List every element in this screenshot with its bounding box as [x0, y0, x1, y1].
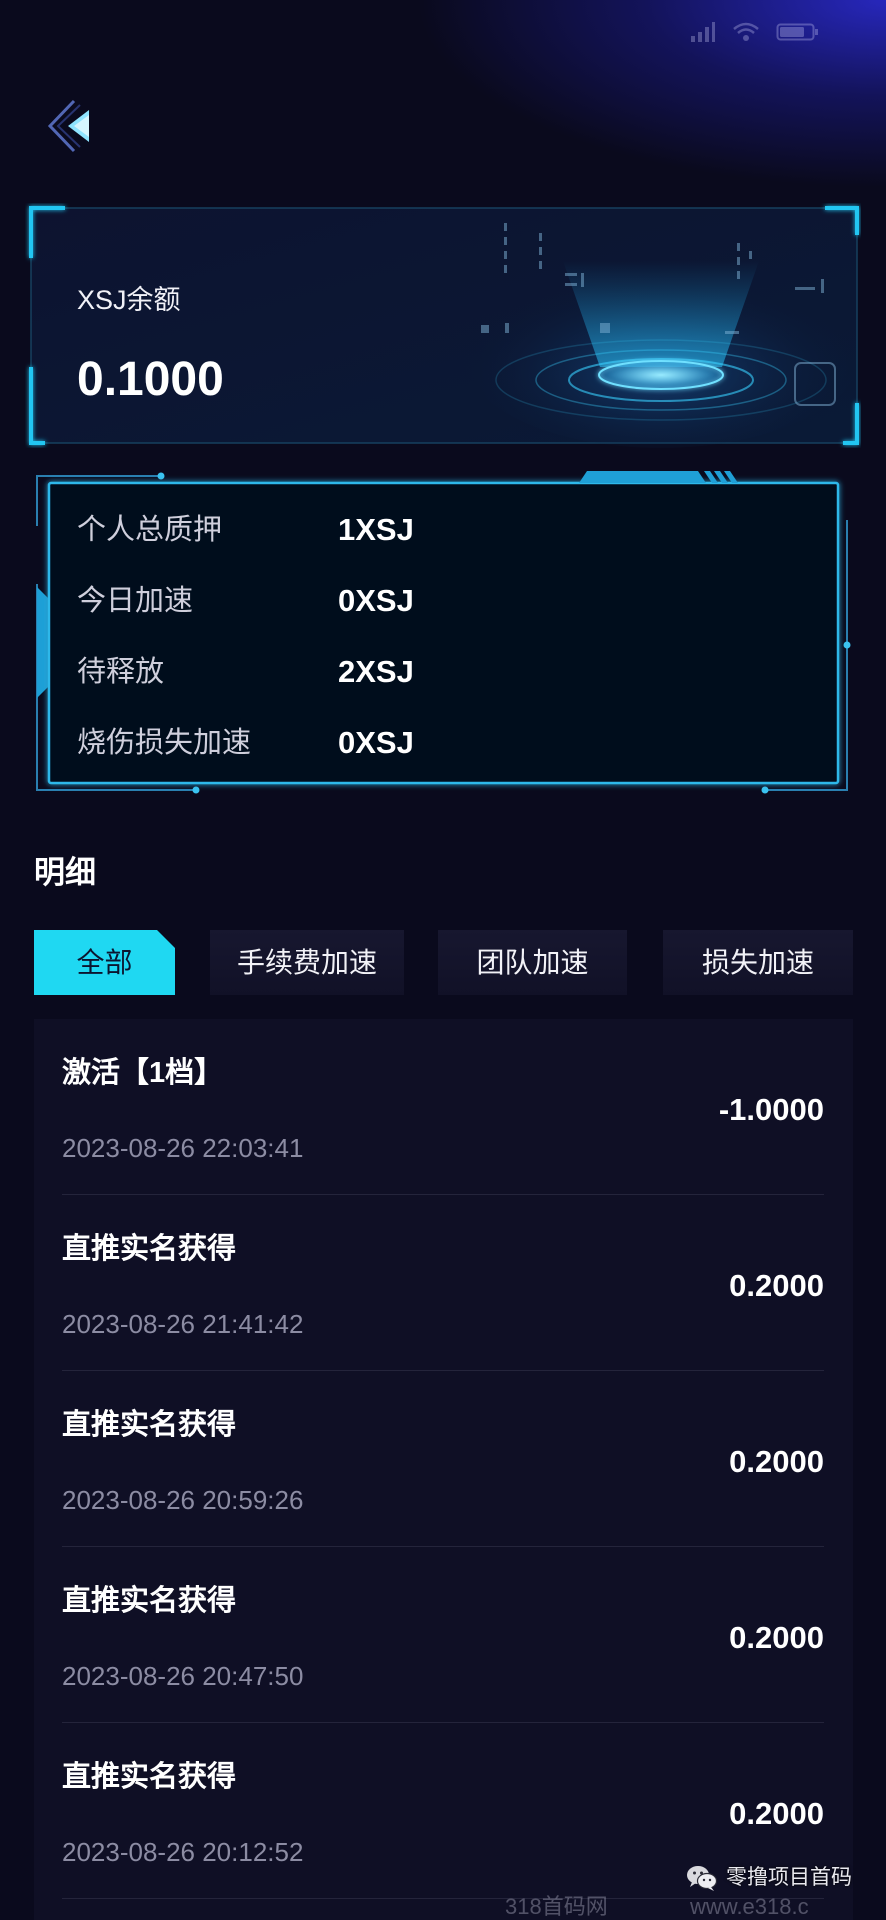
stat-label: 今日加速 — [77, 585, 194, 617]
record-amount: 0.2000 — [729, 1444, 824, 1479]
record-amount: 0.2000 — [729, 1796, 824, 1831]
balance-label: XSJ余额 — [77, 285, 181, 315]
record-time: 2023-08-26 22:03:41 — [62, 1133, 304, 1163]
record-time: 2023-08-26 20:12:52 — [62, 1837, 304, 1867]
back-button[interactable] — [44, 96, 102, 156]
stat-label: 待释放 — [77, 656, 165, 688]
wifi-icon — [732, 21, 760, 45]
stat-row-burn-loss-boost: 烧伤损失加速 0XSJ — [77, 723, 797, 763]
stats-panel: 个人总质押 1XSJ 今日加速 0XSJ 待释放 2XSJ 烧伤损失加速 0XS… — [30, 466, 858, 800]
battery-icon — [776, 21, 820, 45]
list-item: 直推实名获得 2023-08-26 20:47:50 0.2000 — [34, 1547, 853, 1723]
stat-label: 个人总质押 — [77, 514, 223, 546]
wechat-icon — [686, 1864, 718, 1892]
status-bar — [600, 20, 820, 46]
stat-value: 1XSJ — [338, 512, 414, 547]
back-arrow-icon — [47, 99, 89, 153]
record-title: 直推实名获得 — [62, 1761, 237, 1793]
stat-value: 0XSJ — [338, 725, 414, 760]
tab-team-boost[interactable]: 团队加速 — [438, 930, 627, 995]
record-title: 直推实名获得 — [62, 1409, 237, 1441]
tab-fee-boost[interactable]: 手续费加速 — [210, 930, 404, 995]
record-amount: 0.2000 — [729, 1268, 824, 1303]
balance-card-frame — [29, 206, 861, 448]
balance-value: 0.1000 — [77, 353, 224, 406]
stat-row-today-boost: 今日加速 0XSJ — [77, 581, 797, 621]
list-item: 激活【1档】 2023-08-26 22:03:41 -1.0000 — [34, 1019, 853, 1195]
watermark-site-name: 318首码网 — [505, 1894, 608, 1919]
record-amount: 0.2000 — [729, 1620, 824, 1655]
signal-icon — [690, 21, 716, 45]
stat-value: 0XSJ — [338, 583, 414, 618]
list-item: 直推实名获得 2023-08-26 20:59:26 0.2000 — [34, 1371, 853, 1547]
record-title: 激活【1档】 — [62, 1057, 224, 1089]
list-item: 直推实名获得 2023-08-26 21:41:42 0.2000 — [34, 1195, 853, 1371]
record-time: 2023-08-26 21:41:42 — [62, 1309, 304, 1339]
record-time: 2023-08-26 20:59:26 — [62, 1485, 304, 1515]
details-title: 明细 — [34, 855, 96, 890]
stat-row-total-stake: 个人总质押 1XSJ — [77, 510, 797, 550]
stat-row-pending-release: 待释放 2XSJ — [77, 652, 797, 692]
records-list: 激活【1档】 2023-08-26 22:03:41 -1.0000 直推实名获… — [34, 1019, 853, 1920]
record-title: 直推实名获得 — [62, 1233, 237, 1265]
record-title: 直推实名获得 — [62, 1585, 237, 1617]
details-tabs: 全部 手续费加速 团队加速 损失加速 — [34, 930, 853, 995]
record-time: 2023-08-26 20:47:50 — [62, 1661, 304, 1691]
watermark-site-url: www.e318.c — [690, 1894, 809, 1919]
stat-value: 2XSJ — [338, 654, 414, 689]
tab-all[interactable]: 全部 — [34, 930, 175, 995]
balance-card: XSJ余额 0.1000 — [25, 203, 861, 448]
tab-loss-boost[interactable]: 损失加速 — [663, 930, 853, 995]
record-amount: -1.0000 — [718, 1092, 824, 1127]
watermark-account: 零撸项目首码 — [726, 1866, 852, 1889]
stat-label: 烧伤损失加速 — [77, 727, 252, 759]
